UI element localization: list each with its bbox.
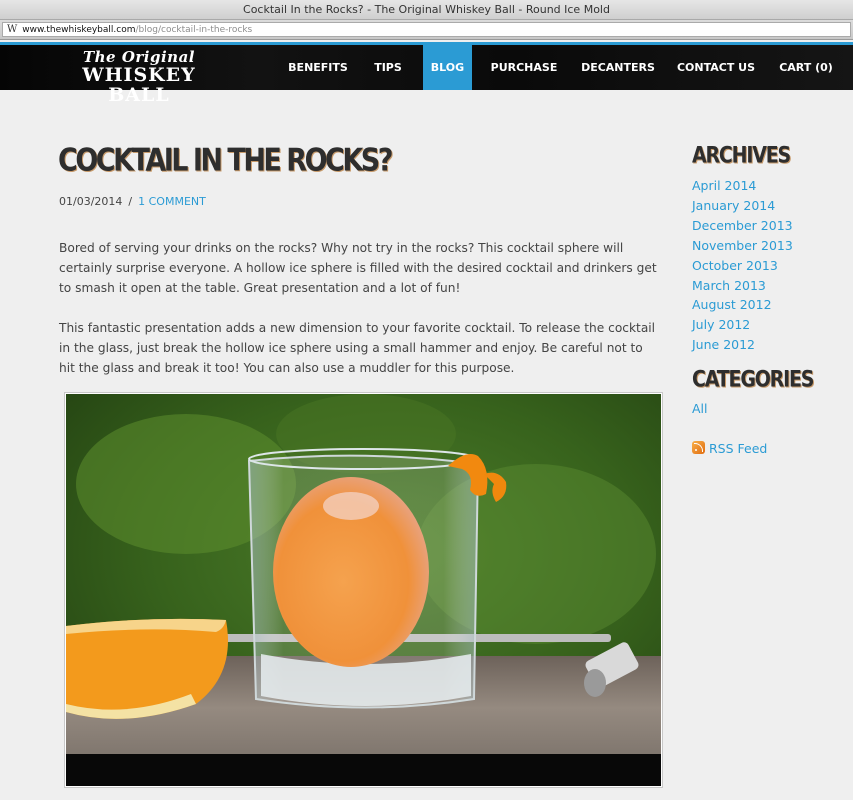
rss-icon — [692, 441, 705, 454]
post-paragraph: Bored of serving your drinks on the rock… — [59, 241, 657, 295]
categories-heading: CATEGORIES — [692, 367, 814, 393]
url-host: www.thewhiskeyball.com — [22, 25, 136, 35]
cocktail-photo — [66, 394, 661, 786]
post-meta: 01/03/2014 / 1 COMMENT — [59, 195, 206, 208]
archive-link[interactable]: August 2012 — [692, 295, 793, 315]
url-path: /blog/cocktail-in-the-rocks — [135, 25, 253, 35]
post-date: 01/03/2014 — [59, 195, 123, 208]
archive-link[interactable]: December 2013 — [692, 216, 793, 236]
category-link[interactable]: All — [692, 399, 708, 419]
browser-title-bar: Cocktail In the Rocks? - The Original Wh… — [0, 0, 853, 20]
logo-line-2: WHISKEY BALL — [82, 64, 196, 106]
window-title: Cocktail In the Rocks? - The Original Wh… — [243, 3, 610, 16]
archive-link[interactable]: June 2012 — [692, 335, 793, 355]
archive-link[interactable]: March 2013 — [692, 276, 793, 296]
site-header: The Original WHISKEY BALL BENEFITS TIPS … — [0, 42, 853, 105]
archive-link[interactable]: July 2012 — [692, 315, 793, 335]
archive-link[interactable]: April 2014 — [692, 176, 793, 196]
browser-url-bar: Wwww.thewhiskeyball.com/blog/cocktail-in… — [0, 20, 853, 40]
nav-item-blog[interactable]: BLOG — [423, 45, 472, 90]
nav-item-tips[interactable]: TIPS — [366, 45, 410, 90]
rss-feed-link[interactable]: RSS Feed — [692, 441, 767, 456]
comments-link[interactable]: 1 COMMENT — [138, 195, 206, 208]
nav-item-decanters[interactable]: DECANTERS — [576, 45, 660, 90]
meta-separator: / — [128, 195, 133, 208]
archives-heading: ARCHIVES — [692, 143, 791, 169]
archive-link[interactable]: October 2013 — [692, 256, 793, 276]
nav-item-benefits[interactable]: BENEFITS — [282, 45, 354, 90]
archive-link[interactable]: November 2013 — [692, 236, 793, 256]
archives-list: April 2014 January 2014 December 2013 No… — [692, 176, 793, 355]
categories-list: All — [692, 399, 708, 419]
post-paragraph: This fantastic presentation adds a new d… — [59, 321, 656, 375]
logo-line-1: The Original — [82, 48, 195, 66]
rss-label: RSS Feed — [709, 441, 768, 456]
nav-item-contact-us[interactable]: CONTACT US — [673, 45, 759, 90]
site-logo[interactable]: The Original WHISKEY BALL — [56, 48, 222, 105]
nav-item-cart[interactable]: CART (0) — [776, 45, 836, 90]
site-favicon-icon: W — [7, 24, 18, 35]
nav-item-purchase[interactable]: PURCHASE — [487, 45, 561, 90]
post-image — [64, 392, 663, 788]
post-title: COCKTAIL IN THE ROCKS? — [58, 143, 393, 179]
archive-link[interactable]: January 2014 — [692, 196, 793, 216]
address-input[interactable]: Wwww.thewhiskeyball.com/blog/cocktail-in… — [2, 22, 851, 37]
